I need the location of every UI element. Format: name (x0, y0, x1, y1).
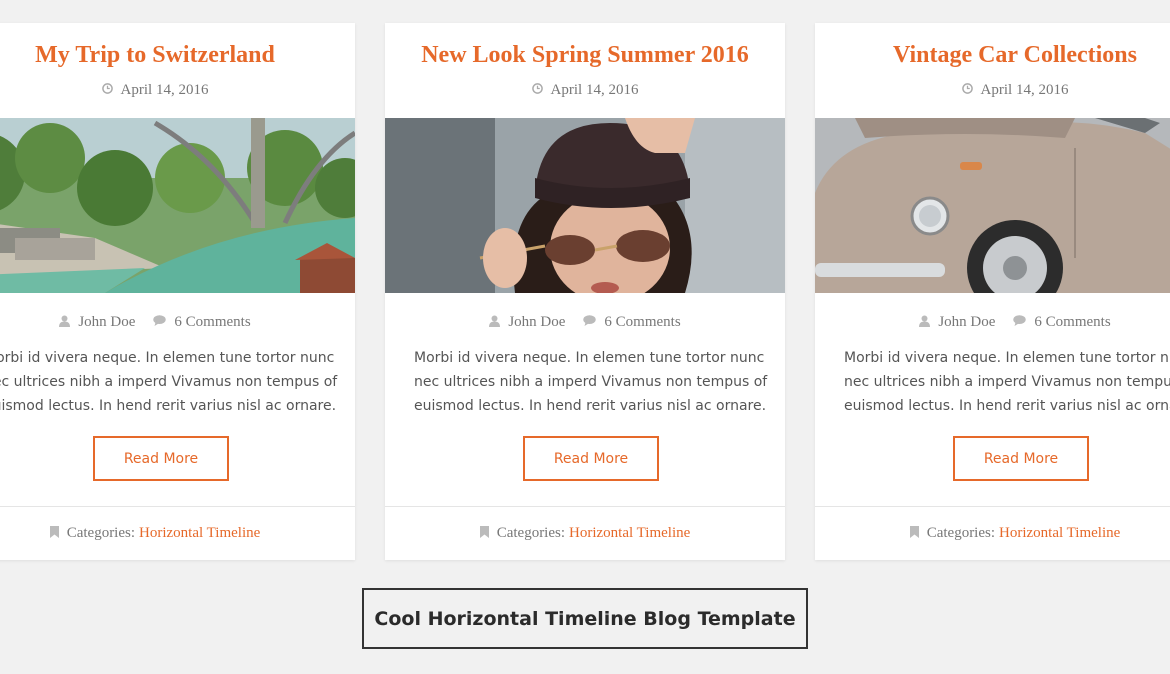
post-excerpt: Morbi id vivera neque. In elemen tune to… (815, 346, 1170, 418)
user-icon (919, 315, 931, 327)
user-icon (59, 315, 71, 327)
excerpt-line: Morbi id vivera neque. In elemen tune to… (0, 350, 335, 366)
bookmark-icon (479, 525, 489, 538)
vintage-car-photo[interactable] (815, 118, 1170, 293)
post-meta: John Doe 6 Comments (385, 314, 785, 331)
read-more-button[interactable]: Read More (523, 436, 659, 481)
post-footer: Categories: Horizontal Timeline (0, 506, 355, 560)
post-date-text: April 14, 2016 (980, 82, 1069, 98)
woman-sunglasses-photo[interactable] (385, 118, 785, 293)
bookmark-icon (909, 525, 919, 538)
excerpt-line: euismod lectus. In hend rerit varius nis… (844, 398, 1170, 414)
categories-label: Categories: (496, 525, 566, 541)
post-footer: Categories: Horizontal Timeline (385, 506, 785, 560)
user-icon (489, 315, 501, 327)
read-more-button[interactable]: Read More (93, 436, 229, 481)
excerpt-line: nec ultrices nibh a imperd Vivamus non t… (0, 374, 338, 390)
bookmark-icon (49, 525, 59, 538)
post-card: Vintage Car Collections April 14, 2016 J… (815, 23, 1170, 560)
clock-icon (961, 83, 973, 94)
excerpt-line: euismod lectus. In hend rerit varius nis… (0, 398, 337, 414)
categories-label: Categories: (66, 525, 136, 541)
switzerland-river-photo[interactable] (0, 118, 355, 293)
photo-illustration (815, 118, 1170, 293)
post-excerpt: Morbi id vivera neque. In elemen tune to… (385, 346, 785, 418)
category-link[interactable]: Horizontal Timeline (569, 525, 690, 542)
post-date: April 14, 2016 (815, 82, 1170, 99)
post-author[interactable]: John Doe (938, 314, 995, 330)
excerpt-line: nec ultrices nibh a imperd Vivamus non t… (844, 374, 1170, 390)
comment-icon (153, 315, 167, 327)
categories-label: Categories: (926, 525, 996, 541)
post-comments[interactable]: 6 Comments (174, 314, 250, 330)
clock-icon (531, 83, 543, 94)
post-title[interactable]: Vintage Car Collections (815, 42, 1170, 69)
excerpt-line: euismod lectus. In hend rerit varius nis… (414, 398, 767, 414)
timeline-stage: My Trip to Switzerland April 14, 2016 Jo… (0, 0, 1170, 674)
post-date: April 14, 2016 (0, 82, 355, 99)
clock-icon (101, 83, 113, 94)
excerpt-line: Morbi id vivera neque. In elemen tune to… (414, 350, 765, 366)
post-title[interactable]: My Trip to Switzerland (0, 42, 355, 69)
post-card: New Look Spring Summer 2016 April 14, 20… (385, 23, 785, 560)
comment-icon (1013, 315, 1027, 327)
post-author[interactable]: John Doe (508, 314, 565, 330)
post-date-text: April 14, 2016 (550, 82, 639, 98)
post-excerpt: Morbi id vivera neque. In elemen tune to… (0, 346, 355, 418)
post-author[interactable]: John Doe (78, 314, 135, 330)
photo-illustration (385, 118, 785, 293)
category-link[interactable]: Horizontal Timeline (999, 525, 1120, 542)
comment-icon (583, 315, 597, 327)
read-more-button[interactable]: Read More (953, 436, 1089, 481)
post-date-text: April 14, 2016 (120, 82, 209, 98)
post-footer: Categories: Horizontal Timeline (815, 506, 1170, 560)
post-meta: John Doe 6 Comments (815, 314, 1170, 331)
template-title-banner: Cool Horizontal Timeline Blog Template (362, 588, 808, 649)
post-date: April 14, 2016 (385, 82, 785, 99)
post-card: My Trip to Switzerland April 14, 2016 Jo… (0, 23, 355, 560)
post-meta: John Doe 6 Comments (0, 314, 355, 331)
excerpt-line: Morbi id vivera neque. In elemen tune to… (844, 350, 1170, 366)
post-comments[interactable]: 6 Comments (1034, 314, 1110, 330)
excerpt-line: nec ultrices nibh a imperd Vivamus non t… (414, 374, 768, 390)
post-title[interactable]: New Look Spring Summer 2016 (385, 42, 785, 69)
post-comments[interactable]: 6 Comments (604, 314, 680, 330)
photo-illustration (0, 118, 355, 293)
category-link[interactable]: Horizontal Timeline (139, 525, 260, 542)
